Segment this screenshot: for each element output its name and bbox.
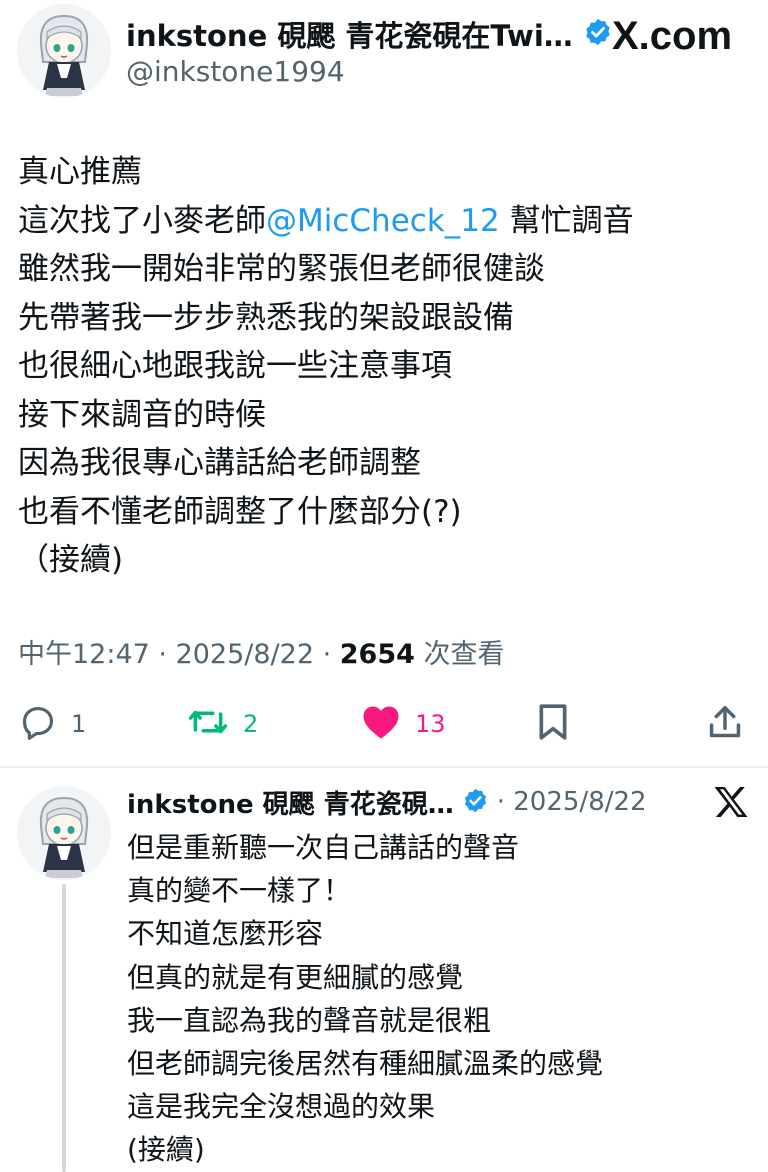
reply-line: 但是重新聽一次自己講話的聲音 [127, 831, 520, 864]
reply-line: 但老師調完後居然有種細膩溫柔的感覺 [127, 1046, 604, 1080]
heart-icon [361, 703, 401, 745]
tweet-line: 接下來調音的時候 [18, 396, 266, 433]
tweet-line: 先帶著我一步步熟悉我的架設跟設備 [18, 299, 514, 336]
reply-author-avatar[interactable] [17, 786, 111, 880]
share-icon [706, 703, 744, 745]
bookmark-icon [536, 702, 570, 746]
tweet-line: 也很細心地跟我說一些注意事項 [18, 348, 452, 384]
author-name-row: inkstone 硯颸 青花瓷硯在Twi… [126, 12, 613, 56]
reply-date-prefix: · [496, 787, 514, 817]
tweet-line: 因為我很專心講話給老師調整 [18, 445, 421, 481]
verified-badge-icon [462, 787, 489, 818]
reply-name-row: inkstone 硯颸 青花瓷硯… · 2025/8/22 [127, 782, 647, 822]
verified-badge-icon [583, 17, 613, 51]
reply-line: 我一直認為我的聲音就是很粗 [127, 1003, 492, 1037]
retweet-button[interactable]: 2 [187, 696, 258, 752]
tweet-line-text: 幫忙調音 [499, 202, 634, 239]
author-handle[interactable]: @inkstone1994 [126, 55, 345, 88]
reply-count: 1 [71, 710, 87, 738]
tweet-time[interactable]: 中午12:47 [18, 639, 150, 670]
tweet-line-text: 這次找了小麥老師 [18, 202, 266, 239]
retweet-count: 2 [243, 710, 259, 738]
reply-line: (接續) [127, 1133, 205, 1167]
tweet-line: 也看不懂老師調整了什麼部分(?) [18, 493, 462, 530]
tweet-line: （接續) [18, 542, 124, 578]
tweet-meta: 中午12:47 · 2025/8/22 · 2654 次查看 [18, 632, 505, 671]
retweet-icon [187, 703, 229, 745]
view-count-label: 次查看 [414, 639, 505, 670]
reply-line: 真的變不一樣了！ [127, 874, 352, 908]
avatar-illustration [17, 786, 111, 880]
author-avatar[interactable] [17, 4, 111, 98]
reply-line: 但真的就是有更細膩的感覺 [127, 960, 464, 994]
tweet-line: 雖然我一開始非常的緊張但老師很健談 [18, 251, 545, 287]
avatar-illustration [17, 4, 111, 98]
tweet-line: 真心推薦 [18, 154, 142, 190]
reply-line: 不知道怎麼形容 [127, 917, 324, 951]
tweet-line: 這次找了小麥老師@MicCheck_12 幫忙調音 [18, 197, 634, 246]
meta-separator: · [314, 639, 340, 670]
reply-date-value: 2025/8/22 [513, 787, 647, 817]
reply-icon [19, 703, 57, 745]
action-bar: 1 2 13 [0, 696, 768, 752]
x-logo-icon [713, 785, 749, 823]
like-button[interactable]: 13 [361, 696, 446, 752]
share-button[interactable] [706, 696, 744, 752]
view-count: 2654 [339, 639, 415, 670]
author-display-name[interactable]: inkstone 硯颸 青花瓷硯在Twi… [126, 13, 573, 55]
tweet-text: 真心推薦 這次找了小麥老師@MicCheck_12 幫忙調音 雖然我一開始非常的… [18, 148, 634, 585]
reply-author-display-name[interactable]: inkstone 硯颸 青花瓷硯… [127, 784, 454, 821]
x-com-logo: X.com [612, 14, 732, 59]
reply-text: 但是重新聽一次自己講話的聲音 真的變不一樣了！ 不知道怎麼形容 但真的就是有更細… [127, 826, 603, 1172]
bookmark-button[interactable] [536, 696, 570, 752]
reply-date[interactable]: · 2025/8/22 [497, 787, 647, 817]
reply-button[interactable]: 1 [19, 696, 86, 752]
meta-separator: · [149, 639, 176, 670]
tweet-date[interactable]: 2025/8/22 [176, 639, 314, 670]
x-com-label: X.com [612, 14, 733, 58]
mention-link[interactable]: @MicCheck_12 [266, 203, 500, 239]
divider [0, 766, 768, 768]
thread-connector-line [62, 884, 66, 1172]
reply-line: 這是我完全沒想過的效果 [127, 1090, 436, 1124]
like-count: 13 [415, 710, 446, 738]
